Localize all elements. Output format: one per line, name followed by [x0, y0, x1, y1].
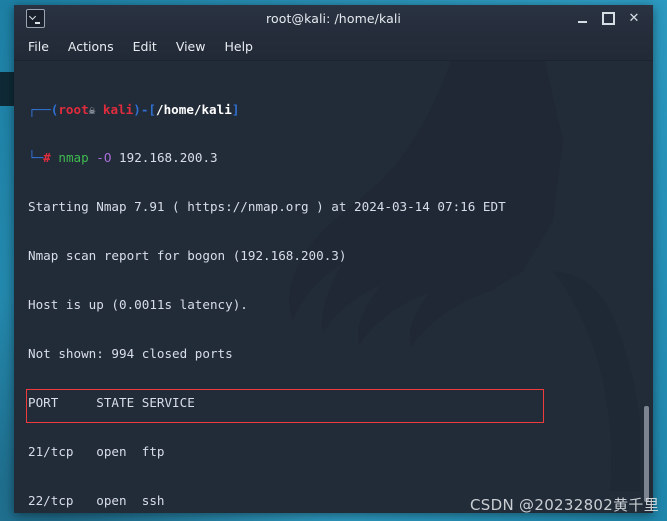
terminal-area[interactable]: ┌──(root☠ kali)-[/home/kali] └─# nmap -O…	[14, 61, 653, 513]
terminal-icon	[26, 9, 45, 28]
output-line: 21/tcp open ftp	[28, 443, 165, 459]
window-title: root@kali: /home/kali	[266, 11, 401, 26]
terminal-window: root@kali: /home/kali ✕ File Actions Edi…	[14, 5, 653, 513]
prompt-line-top: ┌──(root☠ kali)-[/home/kali]	[28, 101, 240, 117]
menu-item-file[interactable]: File	[28, 39, 49, 54]
maximize-icon	[601, 12, 615, 25]
desktop-background: root@kali: /home/kali ✕ File Actions Edi…	[0, 0, 667, 521]
output-line: Nmap scan report for bogon (192.168.200.…	[28, 248, 347, 264]
close-icon: ✕	[628, 11, 640, 26]
output-line: PORT STATE SERVICE	[28, 394, 195, 410]
menu-item-actions[interactable]: Actions	[68, 39, 114, 54]
watermark: CSDN @20232802黄千里	[470, 496, 659, 514]
command-line: └─# nmap -O 192.168.200.3	[28, 150, 218, 166]
terminal-output[interactable]: ┌──(root☠ kali)-[/home/kali] └─# nmap -O…	[14, 61, 640, 513]
window-controls: ✕	[569, 6, 653, 32]
menubar: File Actions Edit View Help	[14, 32, 653, 61]
menu-item-view[interactable]: View	[176, 39, 206, 54]
maximize-button[interactable]	[595, 6, 621, 32]
scrollbar-thumb[interactable]	[644, 406, 649, 502]
output-line: Host is up (0.0011s latency).	[28, 297, 248, 313]
output-line: Not shown: 994 closed ports	[28, 346, 233, 362]
output-line: Starting Nmap 7.91 ( https://nmap.org ) …	[28, 199, 506, 215]
close-button[interactable]: ✕	[621, 6, 647, 32]
vertical-scrollbar[interactable]	[640, 61, 653, 513]
menu-item-edit[interactable]: Edit	[133, 39, 157, 54]
minimize-icon	[577, 21, 587, 23]
menu-item-help[interactable]: Help	[224, 39, 253, 54]
minimize-button[interactable]	[569, 6, 595, 32]
window-titlebar[interactable]: root@kali: /home/kali ✕	[14, 5, 653, 32]
